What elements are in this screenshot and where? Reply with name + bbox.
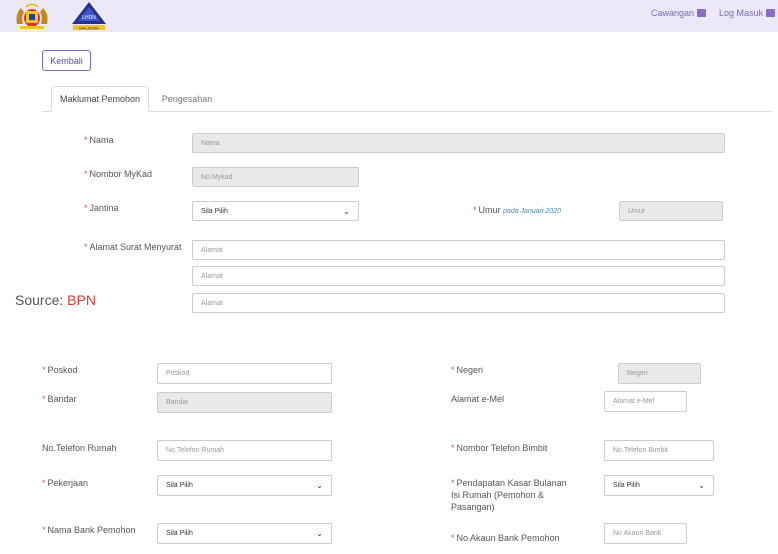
- mykad-input[interactable]: No.Mykad: [192, 167, 359, 187]
- pekerjaan-selected: Sila Pilih: [166, 482, 193, 489]
- nama-input[interactable]: Nama: [192, 133, 725, 153]
- lock-icon: [766, 9, 776, 17]
- pendapatan-selected: Sila Pilih: [613, 482, 640, 489]
- tel-bimbit-input[interactable]: No.Telefon Bimbit: [604, 440, 714, 461]
- jantina-select[interactable]: Sila Pilih ⌄: [192, 201, 359, 221]
- top-bar: LHDN MALAYSIA Cawangan Log Masuk: [0, 0, 778, 32]
- nama-label: * Nama: [84, 135, 114, 145]
- akaun-input[interactable]: No Akaun Bank: [604, 523, 687, 544]
- source-caption: Source: BPN: [15, 292, 96, 308]
- bank-label: * Nama Bank Pemohon: [42, 525, 136, 535]
- mykad-label: * Nombor MyKad: [84, 169, 153, 179]
- pekerjaan-label: * Pekerjaan: [42, 478, 89, 488]
- building-icon: [697, 9, 707, 17]
- svg-text:MALAYSIA: MALAYSIA: [79, 25, 99, 30]
- tab-bar: Maklumat Pemohon Pengesahan: [42, 86, 772, 112]
- jantina-label: * Jantina: [84, 203, 119, 213]
- emel-input[interactable]: Alamat e-Mel: [604, 391, 687, 412]
- negeri-input[interactable]: Negeri: [618, 363, 701, 384]
- tel-rumah-input[interactable]: No.Telefon Rumah: [157, 440, 332, 461]
- back-button[interactable]: Kembali: [42, 50, 91, 71]
- alamat-line-3-input[interactable]: Alamat: [192, 293, 725, 313]
- pendapatan-select[interactable]: Sila Pilih ⌄: [604, 475, 714, 496]
- negeri-label: * Negeri: [451, 365, 484, 375]
- source-brand: BPN: [67, 292, 96, 308]
- tab-pengesahan[interactable]: Pengesahan: [152, 86, 222, 112]
- pendapatan-label: * Pendapatan Kasar Bulanan Isi Rumah (Pem…: [451, 478, 567, 512]
- bank-select[interactable]: Sila Pilih ⌄: [157, 523, 332, 544]
- malaysia-coat-of-arms-logo: [16, 3, 48, 29]
- chevron-down-icon: ⌄: [343, 206, 350, 216]
- jantina-selected: Sila Pilih: [201, 207, 228, 215]
- bandar-label: * Bandar: [42, 394, 77, 404]
- tab-maklumat-pemohon[interactable]: Maklumat Pemohon: [51, 86, 149, 112]
- source-prefix: Source:: [15, 292, 64, 308]
- cawangan-label: Cawangan: [651, 8, 695, 18]
- chevron-down-icon: ⌄: [316, 529, 323, 538]
- tel-rumah-label: No.Telefon Rumah: [42, 443, 117, 453]
- log-masuk-label: Log Masuk: [719, 8, 764, 18]
- umur-input[interactable]: Umur: [619, 201, 723, 221]
- alamat-line-2-input[interactable]: Alamat: [192, 266, 725, 286]
- tel-bimbit-label: * Nombor Telefon Bimbit: [451, 443, 548, 453]
- chevron-down-icon: ⌄: [698, 481, 705, 490]
- chevron-down-icon: ⌄: [316, 481, 323, 490]
- lhdn-logo: LHDN MALAYSIA: [72, 2, 106, 30]
- cawangan-link[interactable]: Cawangan: [651, 8, 707, 18]
- alamat-line-1-input[interactable]: Alamat: [192, 240, 725, 260]
- log-masuk-link[interactable]: Log Masuk: [719, 8, 776, 18]
- bandar-input[interactable]: Bandar: [157, 392, 332, 413]
- alamat-label: * Alamat Surat Menyurat: [84, 242, 182, 252]
- poskod-input[interactable]: Poskod: [157, 363, 332, 384]
- emel-label: Alamat e-Mel: [451, 394, 505, 404]
- poskod-label: * Poskod: [42, 365, 78, 375]
- svg-text:LHDN: LHDN: [82, 15, 96, 21]
- pekerjaan-select[interactable]: Sila Pilih ⌄: [157, 475, 332, 496]
- bank-selected: Sila Pilih: [166, 530, 193, 537]
- akaun-label: * No Akaun Bank Pemohon: [451, 533, 560, 543]
- umur-label: * Umur pada Januari 2020: [473, 205, 562, 215]
